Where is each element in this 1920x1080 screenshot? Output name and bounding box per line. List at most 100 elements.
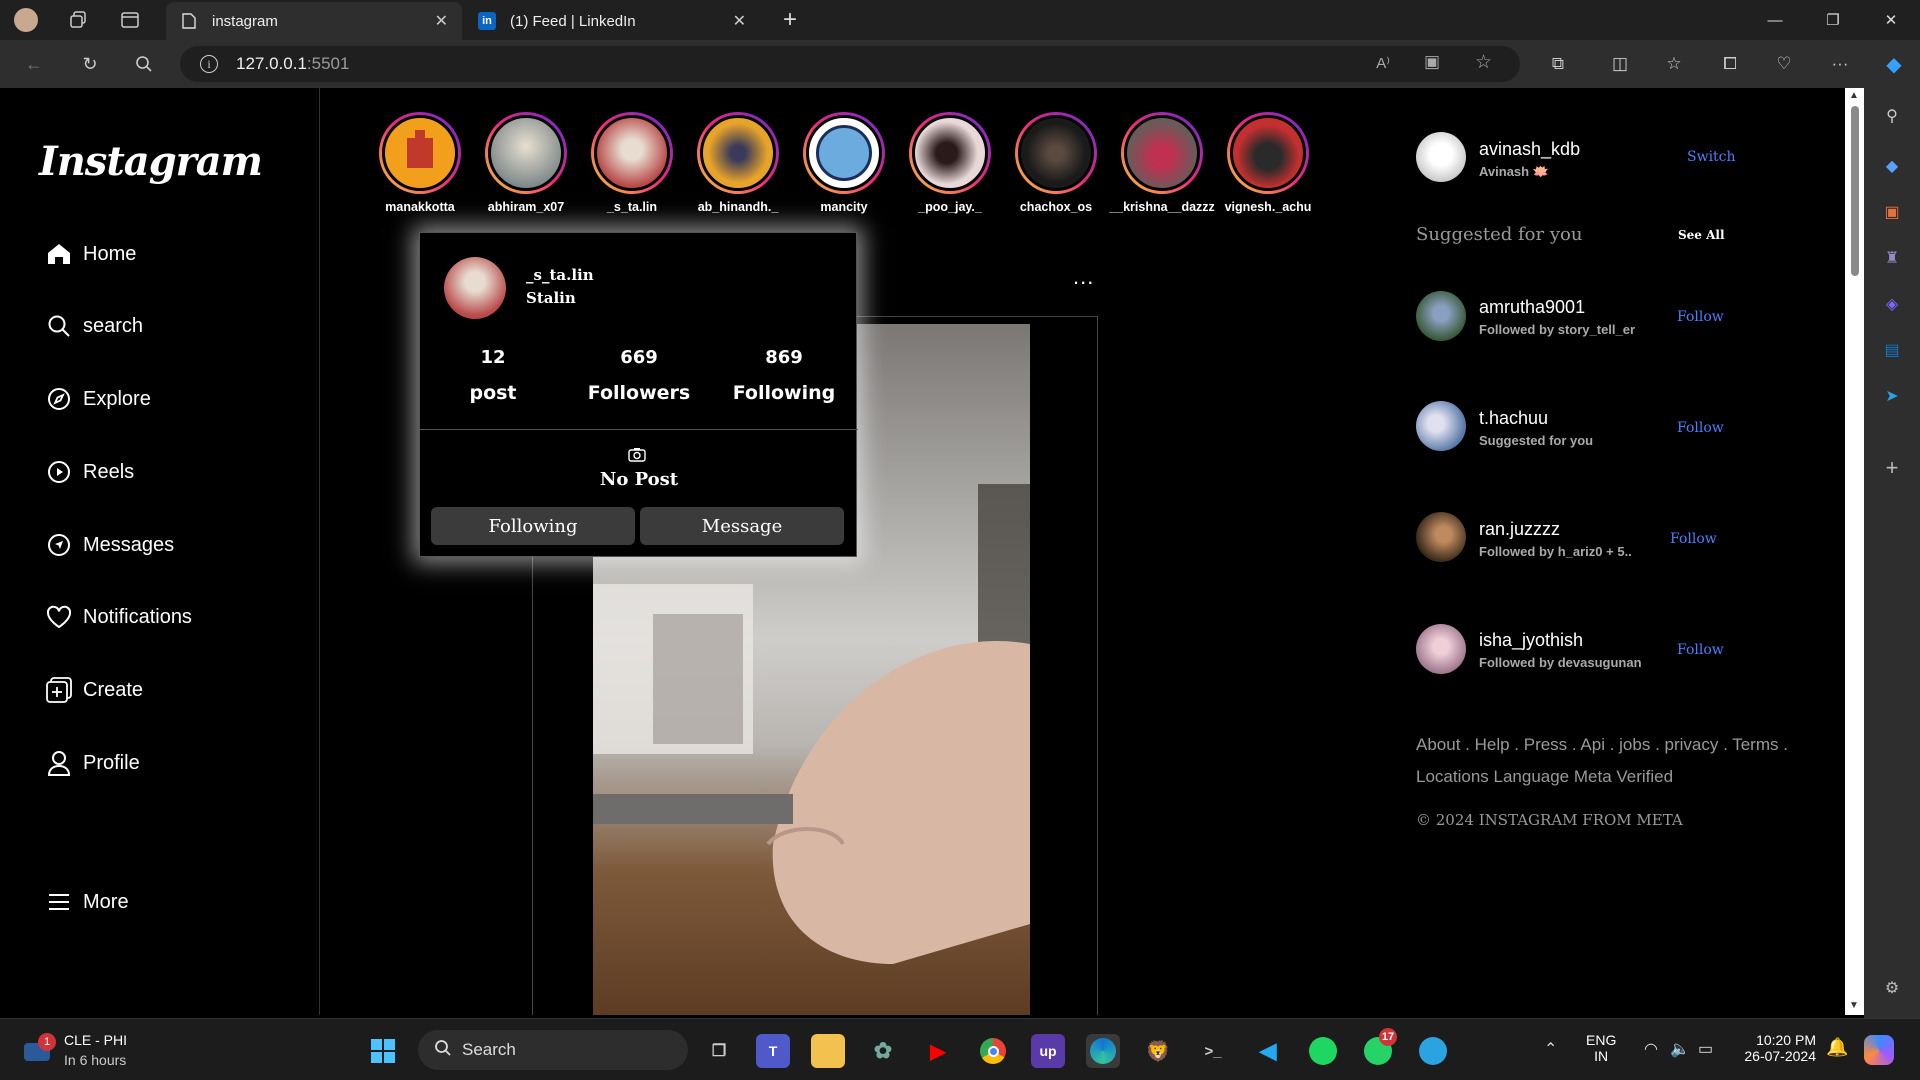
- card-username[interactable]: _s_ta.lin: [526, 266, 594, 284]
- tools-icon[interactable]: ▣: [1878, 198, 1906, 226]
- immersive-reader-icon[interactable]: ▣: [1424, 52, 1440, 72]
- outlook-icon[interactable]: ▤: [1878, 336, 1906, 364]
- add-sidebar-icon[interactable]: +: [1878, 454, 1906, 482]
- youtube-icon[interactable]: ▶: [921, 1034, 955, 1068]
- post-options-icon[interactable]: ...: [1073, 264, 1094, 290]
- task-view-icon[interactable]: ❐: [702, 1034, 736, 1068]
- stat-following[interactable]: 869 Following: [709, 347, 859, 404]
- nav-profile[interactable]: Profile: [45, 745, 140, 781]
- suggestion-username[interactable]: t.hachuu: [1479, 408, 1548, 429]
- weather-title[interactable]: CLE - PHI: [64, 1032, 127, 1048]
- tab-instagram[interactable]: instagram ✕: [166, 2, 462, 40]
- telegram-app-icon[interactable]: [1416, 1034, 1450, 1068]
- refresh-icon[interactable]: ↻: [76, 50, 104, 78]
- follow-button[interactable]: Follow: [1670, 531, 1717, 547]
- restore-icon[interactable]: ❐: [1804, 0, 1862, 40]
- nav-messages[interactable]: Messages: [45, 527, 174, 563]
- suggestion-username[interactable]: ran.juzzzz: [1479, 519, 1560, 540]
- copilot-sidebar-icon[interactable]: ◈: [1878, 290, 1906, 318]
- search-icon[interactable]: [130, 50, 158, 78]
- profile-avatar-icon[interactable]: [10, 6, 42, 34]
- suggestion-username[interactable]: amrutha9001: [1479, 297, 1585, 318]
- current-username[interactable]: avinash_kdb: [1479, 139, 1580, 160]
- story-item[interactable]: ab_hinandh._: [683, 112, 793, 214]
- whatsapp-icon[interactable]: 17: [1361, 1028, 1397, 1068]
- collections-icon[interactable]: ⧠: [1716, 50, 1744, 78]
- shopping-tag-icon[interactable]: ◆: [1878, 152, 1906, 180]
- performance-icon[interactable]: ♡: [1770, 50, 1798, 78]
- games-icon[interactable]: ♜: [1878, 244, 1906, 272]
- upwork-icon[interactable]: up: [1031, 1034, 1065, 1068]
- footer-links[interactable]: About . Help . Press . Api . jobs . priv…: [1416, 729, 1836, 793]
- story-item[interactable]: _poo_jay._: [895, 112, 1005, 214]
- windows-start-icon[interactable]: [366, 1034, 400, 1068]
- clock[interactable]: 10:20 PM 26-07-2024: [1740, 1032, 1816, 1064]
- new-tab-icon[interactable]: +: [774, 6, 806, 34]
- chrome-icon[interactable]: [976, 1034, 1010, 1068]
- chatgpt-icon[interactable]: ✿: [866, 1034, 900, 1068]
- following-button[interactable]: Following: [431, 507, 635, 545]
- nav-notifications[interactable]: Notifications: [45, 599, 192, 635]
- see-all-link[interactable]: See All: [1678, 228, 1725, 242]
- split-screen-icon[interactable]: ◫: [1606, 50, 1634, 78]
- minimize-icon[interactable]: —: [1746, 0, 1804, 40]
- story-item[interactable]: manakkotta: [365, 112, 475, 214]
- copilot-icon[interactable]: ◆: [1880, 50, 1908, 78]
- nav-create[interactable]: Create: [45, 672, 143, 708]
- close-window-icon[interactable]: ✕: [1862, 0, 1920, 40]
- workspaces-icon[interactable]: [62, 6, 94, 34]
- search-icon[interactable]: ⚲: [1878, 102, 1906, 130]
- copilot-taskbar-icon[interactable]: [1864, 1035, 1894, 1065]
- language-indicator[interactable]: ENG IN: [1586, 1032, 1616, 1064]
- site-info-icon[interactable]: i: [200, 55, 218, 73]
- telegram-icon[interactable]: ➤: [1878, 382, 1906, 410]
- favorite-star-icon[interactable]: ☆: [1475, 51, 1492, 74]
- current-user-avatar[interactable]: [1416, 132, 1466, 182]
- file-explorer-icon[interactable]: [811, 1034, 845, 1068]
- back-icon[interactable]: ←: [20, 50, 48, 78]
- taskbar-search[interactable]: Search: [418, 1030, 688, 1070]
- suggestion-avatar[interactable]: [1416, 624, 1466, 674]
- story-item[interactable]: vignesh._achu: [1213, 112, 1323, 214]
- follow-button[interactable]: Follow: [1677, 642, 1724, 658]
- follow-button[interactable]: Follow: [1677, 420, 1724, 436]
- nav-reels[interactable]: Reels: [45, 454, 134, 490]
- message-button[interactable]: Message: [640, 507, 844, 545]
- card-avatar[interactable]: [444, 257, 506, 319]
- chevron-up-icon[interactable]: ⌃: [1544, 1039, 1557, 1059]
- nav-more[interactable]: More: [45, 884, 129, 920]
- notification-bell-icon[interactable]: 🔔: [1826, 1037, 1848, 1058]
- extensions-icon[interactable]: ⧉: [1544, 50, 1572, 78]
- suggestion-username[interactable]: isha_jyothish: [1479, 630, 1583, 651]
- wifi-icon[interactable]: ◠: [1644, 1039, 1658, 1059]
- tab-linkedin[interactable]: in (1) Feed | LinkedIn ✕: [464, 2, 760, 40]
- teams-icon[interactable]: T: [756, 1034, 790, 1068]
- scroll-down-icon[interactable]: ▼: [1849, 1000, 1859, 1011]
- story-item[interactable]: chachox_os: [1001, 112, 1111, 214]
- terminal-icon[interactable]: >_: [1196, 1034, 1230, 1068]
- switch-link[interactable]: Switch: [1687, 149, 1736, 165]
- stat-followers[interactable]: 669 Followers: [564, 347, 714, 404]
- suggestion-avatar[interactable]: [1416, 512, 1466, 562]
- instagram-logo[interactable]: Instagram: [39, 138, 263, 185]
- close-tab-icon[interactable]: ✕: [733, 11, 746, 31]
- suggestion-avatar[interactable]: [1416, 401, 1466, 451]
- story-item[interactable]: mancity: [789, 112, 899, 214]
- nav-search[interactable]: search: [45, 308, 143, 344]
- vscode-icon[interactable]: ◀: [1251, 1034, 1285, 1068]
- close-tab-icon[interactable]: ✕: [435, 11, 448, 31]
- scroll-thumb[interactable]: [1851, 106, 1859, 276]
- suggestion-avatar[interactable]: [1416, 291, 1466, 341]
- story-item[interactable]: abhiram_x07: [471, 112, 581, 214]
- settings-icon[interactable]: ⚙: [1878, 974, 1906, 1002]
- volume-icon[interactable]: 🔈: [1670, 1039, 1690, 1059]
- nav-explore[interactable]: Explore: [45, 381, 151, 417]
- nav-home[interactable]: Home: [45, 236, 136, 272]
- story-item[interactable]: __krishna__dazzz: [1107, 112, 1217, 214]
- read-aloud-icon[interactable]: A⁾: [1376, 54, 1390, 72]
- tab-actions-icon[interactable]: [114, 6, 146, 34]
- scroll-up-icon[interactable]: ▲: [1849, 90, 1859, 101]
- spotify-icon[interactable]: [1306, 1034, 1340, 1068]
- address-bar[interactable]: i 127.0.0.1:5501 A⁾ ▣ ☆: [180, 46, 1520, 82]
- battery-icon[interactable]: ▭: [1698, 1039, 1713, 1059]
